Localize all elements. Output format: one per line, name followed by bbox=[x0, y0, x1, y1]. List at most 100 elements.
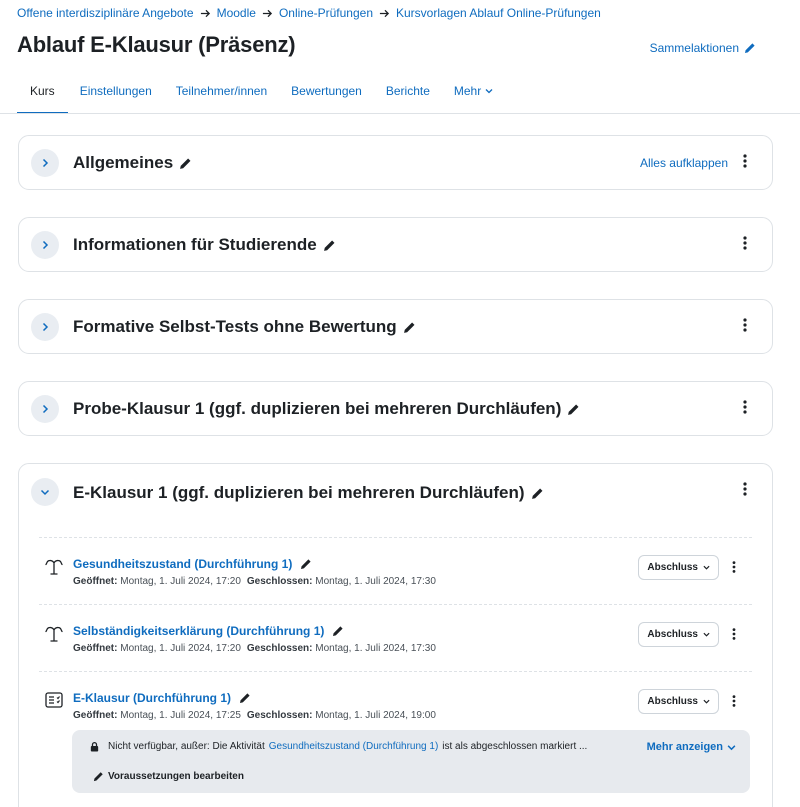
expand-all-link[interactable]: Alles aufklappen bbox=[640, 156, 728, 170]
feedback-icon bbox=[45, 626, 63, 642]
activity-item: Gesundheitszustand (Durchführung 1) Geöf… bbox=[39, 537, 752, 604]
section-title: E-Klausur 1 (ggf. duplizieren bei mehrer… bbox=[73, 483, 544, 503]
course-section: Probe-Klausur 1 (ggf. duplizieren bei me… bbox=[18, 381, 773, 436]
closed-date: Montag, 1. Juli 2024, 19:00 bbox=[315, 710, 436, 721]
chevron-right-icon bbox=[42, 404, 49, 414]
chevron-right-icon bbox=[42, 158, 49, 168]
edit-restrictions-button[interactable]: Voraussetzungen bearbeiten bbox=[93, 771, 244, 782]
activity-menu-button[interactable] bbox=[727, 694, 741, 708]
completion-dropdown[interactable]: Abschluss bbox=[638, 555, 719, 580]
arrow-right-icon bbox=[262, 9, 273, 17]
tab-berichte[interactable]: Berichte bbox=[374, 78, 442, 114]
tab-kurs[interactable]: Kurs bbox=[17, 78, 68, 114]
activity-link[interactable]: E-Klausur (Durchführung 1) bbox=[73, 691, 231, 705]
chevron-down-icon bbox=[703, 699, 710, 704]
closed-label: Geschlossen: bbox=[246, 576, 313, 587]
tab-label: Bewertungen bbox=[291, 84, 362, 98]
chevron-down-icon bbox=[485, 89, 493, 94]
course-section: Allgemeines Alles aufklappen bbox=[18, 135, 773, 190]
closed-date: Montag, 1. Juli 2024, 17:30 bbox=[315, 643, 436, 654]
expand-section-button[interactable] bbox=[31, 149, 59, 177]
pencil-icon[interactable] bbox=[531, 487, 544, 500]
expand-section-button[interactable] bbox=[31, 395, 59, 423]
restriction-info: Nicht verfügbar, außer: Die Aktivität Ge… bbox=[72, 730, 750, 793]
chevron-down-icon bbox=[40, 489, 50, 496]
section-menu-button[interactable] bbox=[737, 399, 753, 415]
pencil-icon[interactable] bbox=[323, 239, 336, 252]
section-title: Formative Selbst-Tests ohne Bewertung bbox=[73, 317, 416, 337]
chevron-down-icon bbox=[703, 632, 710, 637]
show-more-link[interactable]: Mehr anzeigen bbox=[647, 741, 736, 753]
section-title-text[interactable]: E-Klausur 1 (ggf. duplizieren bei mehrer… bbox=[73, 483, 525, 503]
tab-teilnehmer[interactable]: Teilnehmer/innen bbox=[164, 78, 279, 114]
tab-einstellungen[interactable]: Einstellungen bbox=[68, 78, 164, 114]
section-header: Formative Selbst-Tests ohne Bewertung bbox=[19, 300, 772, 353]
activity-menu-button[interactable] bbox=[727, 560, 741, 574]
tab-label: Mehr bbox=[453, 84, 482, 98]
section-menu-button[interactable] bbox=[737, 235, 753, 251]
pencil-icon[interactable] bbox=[179, 157, 192, 170]
section-menu-button[interactable] bbox=[737, 317, 753, 333]
more-vertical-icon bbox=[743, 154, 747, 168]
opened-label: Geöffnet: bbox=[73, 576, 118, 587]
restriction-text-after: ist als abgeschlossen markiert ... bbox=[442, 741, 588, 752]
activity-link[interactable]: Selbständigkeitserklärung (Durchführung … bbox=[73, 624, 324, 638]
edit-restrictions-label: Voraussetzungen bearbeiten bbox=[108, 771, 244, 782]
section-title-text[interactable]: Formative Selbst-Tests ohne Bewertung bbox=[73, 317, 397, 337]
pencil-icon bbox=[745, 43, 755, 53]
activity-title: Gesundheitszustand (Durchführung 1) bbox=[73, 557, 312, 571]
activity-dates: Geöffnet: Montag, 1. Juli 2024, 17:25 Ges… bbox=[73, 710, 436, 721]
bulk-actions-label: Sammelaktionen bbox=[649, 41, 739, 55]
closed-label: Geschlossen: bbox=[246, 643, 313, 654]
section-menu-button[interactable] bbox=[737, 481, 753, 497]
breadcrumb-link[interactable]: Kursvorlagen Ablauf Online-Prüfungen bbox=[396, 6, 601, 20]
expand-section-button[interactable] bbox=[31, 231, 59, 259]
section-title-text[interactable]: Allgemeines bbox=[73, 153, 173, 173]
more-vertical-icon bbox=[732, 695, 736, 707]
section-title-text[interactable]: Probe-Klausur 1 (ggf. duplizieren bei me… bbox=[73, 399, 561, 419]
restriction-activity-link[interactable]: Gesundheitszustand (Durchführung 1) bbox=[269, 741, 439, 752]
completion-label: Abschluss bbox=[647, 696, 698, 707]
course-section: Informationen für Studierende bbox=[18, 217, 773, 272]
pencil-icon[interactable] bbox=[239, 692, 251, 704]
more-vertical-icon bbox=[743, 318, 747, 332]
pencil-icon[interactable] bbox=[567, 403, 580, 416]
completion-dropdown[interactable]: Abschluss bbox=[638, 689, 719, 714]
tab-label: Kurs bbox=[30, 84, 55, 98]
feedback-icon bbox=[45, 559, 63, 575]
breadcrumb-link[interactable]: Offene interdisziplinäre Angebote bbox=[17, 6, 194, 20]
breadcrumb-link[interactable]: Moodle bbox=[217, 6, 256, 20]
course-section: Formative Selbst-Tests ohne Bewertung bbox=[18, 299, 773, 354]
section-header: E-Klausur 1 (ggf. duplizieren bei mehrer… bbox=[19, 464, 772, 517]
expand-section-button[interactable] bbox=[31, 313, 59, 341]
collapse-section-button[interactable] bbox=[31, 478, 59, 506]
tab-mehr[interactable]: Mehr bbox=[442, 78, 505, 114]
chevron-right-icon bbox=[42, 240, 49, 250]
activity-title: Selbständigkeitserklärung (Durchführung … bbox=[73, 624, 344, 638]
page-title: Ablauf E-Klausur (Präsenz) bbox=[17, 32, 296, 57]
section-title-text[interactable]: Informationen für Studierende bbox=[73, 235, 317, 255]
restriction-text-before: Nicht verfügbar, außer: Die Aktivität bbox=[108, 741, 265, 752]
bulk-actions-button[interactable]: Sammelaktionen bbox=[650, 41, 756, 55]
quiz-icon bbox=[45, 692, 63, 708]
show-more-label: Mehr anzeigen bbox=[646, 741, 723, 753]
course-tabs: Kurs Einstellungen Teilnehmer/innen Bewe… bbox=[17, 78, 505, 114]
section-title: Allgemeines bbox=[73, 153, 192, 173]
section-title: Probe-Klausur 1 (ggf. duplizieren bei me… bbox=[73, 399, 580, 419]
completion-label: Abschluss bbox=[647, 629, 698, 640]
arrow-right-icon bbox=[379, 9, 390, 17]
activity-dates: Geöffnet: Montag, 1. Juli 2024, 17:20 Ges… bbox=[73, 643, 436, 654]
activity-link[interactable]: Gesundheitszustand (Durchführung 1) bbox=[73, 557, 292, 571]
closed-label: Geschlossen: bbox=[246, 710, 313, 721]
arrow-right-icon bbox=[200, 9, 210, 17]
chevron-down-icon bbox=[727, 744, 736, 750]
completion-dropdown[interactable]: Abschluss bbox=[638, 622, 719, 647]
activity-menu-button[interactable] bbox=[727, 627, 741, 641]
tab-bewertungen[interactable]: Bewertungen bbox=[279, 78, 374, 114]
pencil-icon[interactable] bbox=[300, 558, 312, 570]
pencil-icon[interactable] bbox=[403, 321, 416, 334]
section-menu-button[interactable] bbox=[737, 153, 753, 169]
pencil-icon[interactable] bbox=[332, 625, 344, 637]
completion-label: Abschluss bbox=[647, 562, 698, 573]
breadcrumb-link[interactable]: Online-Prüfungen bbox=[279, 6, 373, 20]
